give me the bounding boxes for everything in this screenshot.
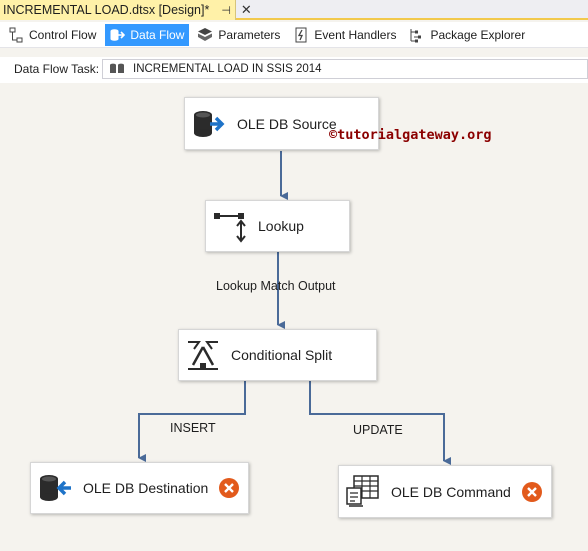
watermark-text: ©tutorialgateway.org (329, 127, 492, 143)
lookup-icon (214, 213, 246, 243)
node-label: Conditional Split (231, 347, 333, 363)
tab-parameters[interactable]: Parameters (193, 24, 285, 46)
tab-label: Package Explorer (430, 27, 526, 42)
node-label: OLE DB Source (237, 115, 337, 132)
ole-db-destination-node[interactable]: OLE DB Destination (30, 462, 249, 514)
path-label-lookup-match-output: Lookup Match Output (216, 279, 336, 293)
error-icon[interactable] (218, 477, 240, 499)
path-update[interactable] (309, 381, 451, 465)
document-tab-title: INCREMENTAL LOAD.dtsx [Design]* (3, 3, 210, 17)
package-explorer-icon (410, 28, 422, 42)
data-flow-task-icon (110, 63, 124, 73)
data-flow-canvas[interactable]: OLE DB Source Lookup Lookup Match Output… (0, 84, 588, 551)
tab-package-explorer[interactable]: Package Explorer (405, 24, 530, 46)
tab-data-flow[interactable]: Data Flow (105, 23, 190, 46)
ole-db-command-node[interactable]: OLE DB Command (338, 465, 552, 518)
ole-db-destination-icon (40, 475, 71, 501)
tab-label: Control Flow (29, 27, 97, 42)
document-tab[interactable]: INCREMENTAL LOAD.dtsx [Design]* ⊣ ✕ (0, 0, 252, 20)
control-flow-icon (9, 27, 23, 42)
lookup-node[interactable]: Lookup (205, 200, 350, 252)
ole-db-source-icon (194, 110, 225, 137)
data-flow-task-label: Data Flow Task: (14, 62, 100, 76)
error-icon[interactable] (521, 481, 543, 503)
node-label: OLE DB Destination (83, 480, 209, 496)
document-tab-bar: INCREMENTAL LOAD.dtsx [Design]* ⊣ ✕ (0, 0, 588, 20)
tab-label: Parameters (218, 27, 281, 42)
path-label-update: UPDATE (353, 423, 403, 437)
tab-control-flow[interactable]: Control Flow (4, 24, 101, 46)
path-insert[interactable] (138, 381, 246, 462)
conditional-split-node[interactable]: Conditional Split (178, 329, 377, 381)
data-flow-task-bar: Data Flow Task: INCREMENTAL LOAD IN SSIS… (0, 57, 588, 83)
tab-event-handlers[interactable]: Event Handlers (289, 24, 401, 46)
parameters-icon (198, 27, 213, 41)
ole-db-command-icon (346, 474, 379, 507)
node-label: OLE DB Command (391, 483, 511, 500)
tab-label: Event Handlers (314, 27, 397, 42)
data-flow-task-value: INCREMENTAL LOAD IN SSIS 2014 (133, 63, 322, 75)
conditional-split-icon (188, 341, 218, 370)
node-label: Lookup (258, 218, 304, 234)
tab-label: Data Flow (130, 27, 185, 42)
data-flow-task-select[interactable]: INCREMENTAL LOAD IN SSIS 2014 (102, 59, 588, 79)
path-label-insert: INSERT (170, 421, 216, 435)
event-handlers-icon (295, 27, 307, 42)
data-flow-icon (110, 28, 126, 41)
designer-toolbar: Control Flow Data Flow Parameters Event … (0, 22, 588, 48)
close-icon[interactable]: ✕ (241, 2, 252, 18)
pin-icon[interactable]: ⊣ (221, 4, 231, 17)
